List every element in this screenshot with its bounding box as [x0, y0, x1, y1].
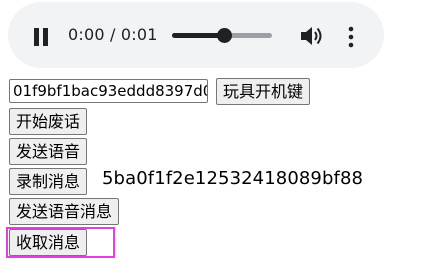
- message-id-text: 5ba0f1f2e12532418089bf88: [102, 168, 364, 189]
- pause-icon[interactable]: [32, 25, 52, 49]
- audio-player[interactable]: 0:00 / 0:01: [8, 2, 384, 68]
- more-vert-icon[interactable]: [344, 24, 358, 50]
- time-display: 0:00 / 0:01: [68, 25, 158, 44]
- start-chat-button[interactable]: 开始废话: [9, 108, 88, 135]
- send-voice-button[interactable]: 发送语音: [9, 138, 88, 165]
- volume-icon[interactable]: [298, 24, 324, 48]
- timeline-slider[interactable]: [172, 28, 272, 43]
- toy-power-button[interactable]: 玩具开机键: [216, 78, 311, 105]
- record-message-button[interactable]: 录制消息: [9, 168, 88, 195]
- toy-id-input[interactable]: 01f9bf1bac93eddd8397d04: [9, 79, 208, 103]
- focus-highlight: [6, 227, 115, 258]
- send-voice-message-button[interactable]: 发送语音消息: [9, 198, 120, 225]
- timeline-knob[interactable]: [217, 28, 232, 43]
